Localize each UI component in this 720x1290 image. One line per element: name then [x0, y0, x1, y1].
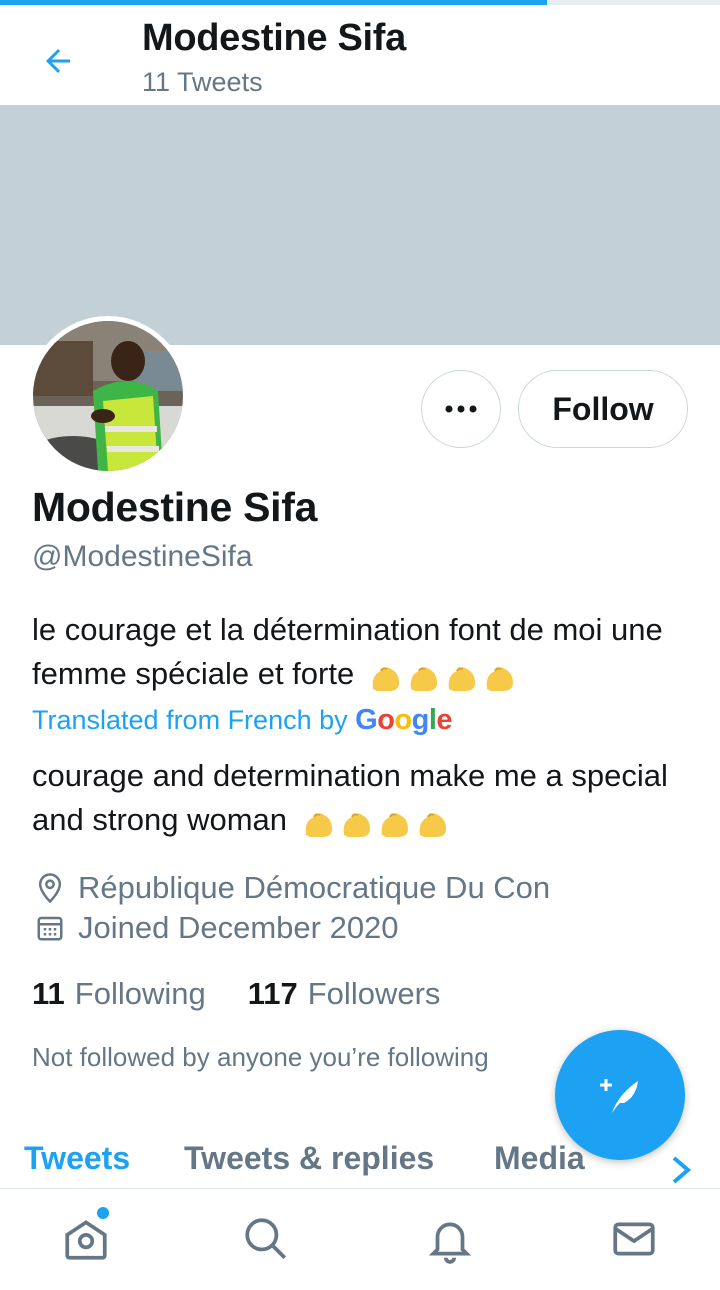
following-label: Following — [74, 976, 206, 1011]
followers-label: Followers — [307, 976, 441, 1011]
flexed-biceps-icon — [305, 812, 332, 837]
flexed-biceps-icon — [343, 812, 370, 837]
compose-tweet-button[interactable] — [555, 1030, 685, 1160]
flexed-biceps-icon — [448, 666, 475, 691]
nav-home[interactable] — [58, 1211, 114, 1267]
followers-link[interactable]: 117 Followers — [248, 976, 441, 1012]
flexed-biceps-icon — [372, 666, 399, 691]
flexed-biceps-icon — [381, 812, 408, 837]
header-title: Modestine Sifa — [142, 17, 406, 59]
flexed-biceps-icon — [410, 666, 437, 691]
bio-translated: courage and determination make me a spec… — [32, 754, 702, 844]
tab-tweets-replies[interactable]: Tweets & replies — [184, 1140, 434, 1177]
bottom-navigation — [0, 1188, 720, 1290]
bio-original-text: le courage et la détermination font de m… — [32, 612, 663, 691]
translation-attribution[interactable]: Translated from French by Google — [32, 704, 453, 737]
home-icon — [65, 1220, 107, 1260]
search-icon — [245, 1218, 287, 1260]
mail-icon — [613, 1222, 655, 1256]
flexed-biceps-emoji-group — [369, 654, 521, 698]
home-notification-dot — [97, 1207, 109, 1219]
bell-icon — [428, 1222, 472, 1264]
chevron-right-icon[interactable] — [668, 1154, 696, 1186]
more-dots-icon — [445, 405, 477, 413]
compose-feather-icon — [600, 1079, 638, 1113]
avatar[interactable] — [28, 316, 188, 476]
flexed-biceps-icon — [419, 812, 446, 837]
tab-media[interactable]: Media — [494, 1140, 585, 1177]
profile-handle: @ModestineSifa — [32, 540, 253, 573]
follow-button[interactable]: Follow — [518, 370, 688, 448]
follow-stats: 11 Following 117 Followers — [32, 976, 440, 1012]
back-button[interactable] — [34, 37, 82, 85]
location-text: République Démocratique Du Con — [78, 870, 551, 905]
profile-name: Modestine Sifa — [32, 484, 318, 530]
location-pin-icon — [38, 873, 62, 904]
header-tweet-count: 11 Tweets — [142, 67, 263, 97]
nav-search[interactable] — [238, 1211, 294, 1267]
following-count: 11 — [32, 976, 65, 1011]
flexed-biceps-emoji-group — [302, 800, 454, 844]
following-link[interactable]: 11 Following — [32, 976, 206, 1012]
nav-notifications[interactable] — [422, 1211, 478, 1267]
joined-text: Joined December 2020 — [78, 910, 399, 945]
location-row: République Démocratique Du Con — [32, 870, 550, 906]
bio-original: le courage et la détermination font de m… — [32, 608, 702, 698]
not-followed-notice: Not followed by anyone you’re following — [32, 1042, 489, 1072]
followers-count: 117 — [247, 976, 298, 1011]
top-app-bar: Modestine Sifa 11 Tweets — [0, 5, 720, 105]
avatar-photo — [33, 321, 183, 471]
profile-banner[interactable] — [0, 105, 720, 345]
translated-label: Translated from French by — [32, 705, 348, 735]
calendar-icon — [37, 916, 63, 941]
arrow-left-icon — [46, 49, 70, 73]
google-logo: Google — [355, 704, 453, 736]
flexed-biceps-icon — [486, 666, 513, 691]
nav-messages[interactable] — [606, 1211, 662, 1267]
tab-tweets[interactable]: Tweets — [24, 1140, 130, 1177]
more-options-button[interactable] — [421, 370, 501, 448]
joined-row: Joined December 2020 — [32, 910, 399, 946]
